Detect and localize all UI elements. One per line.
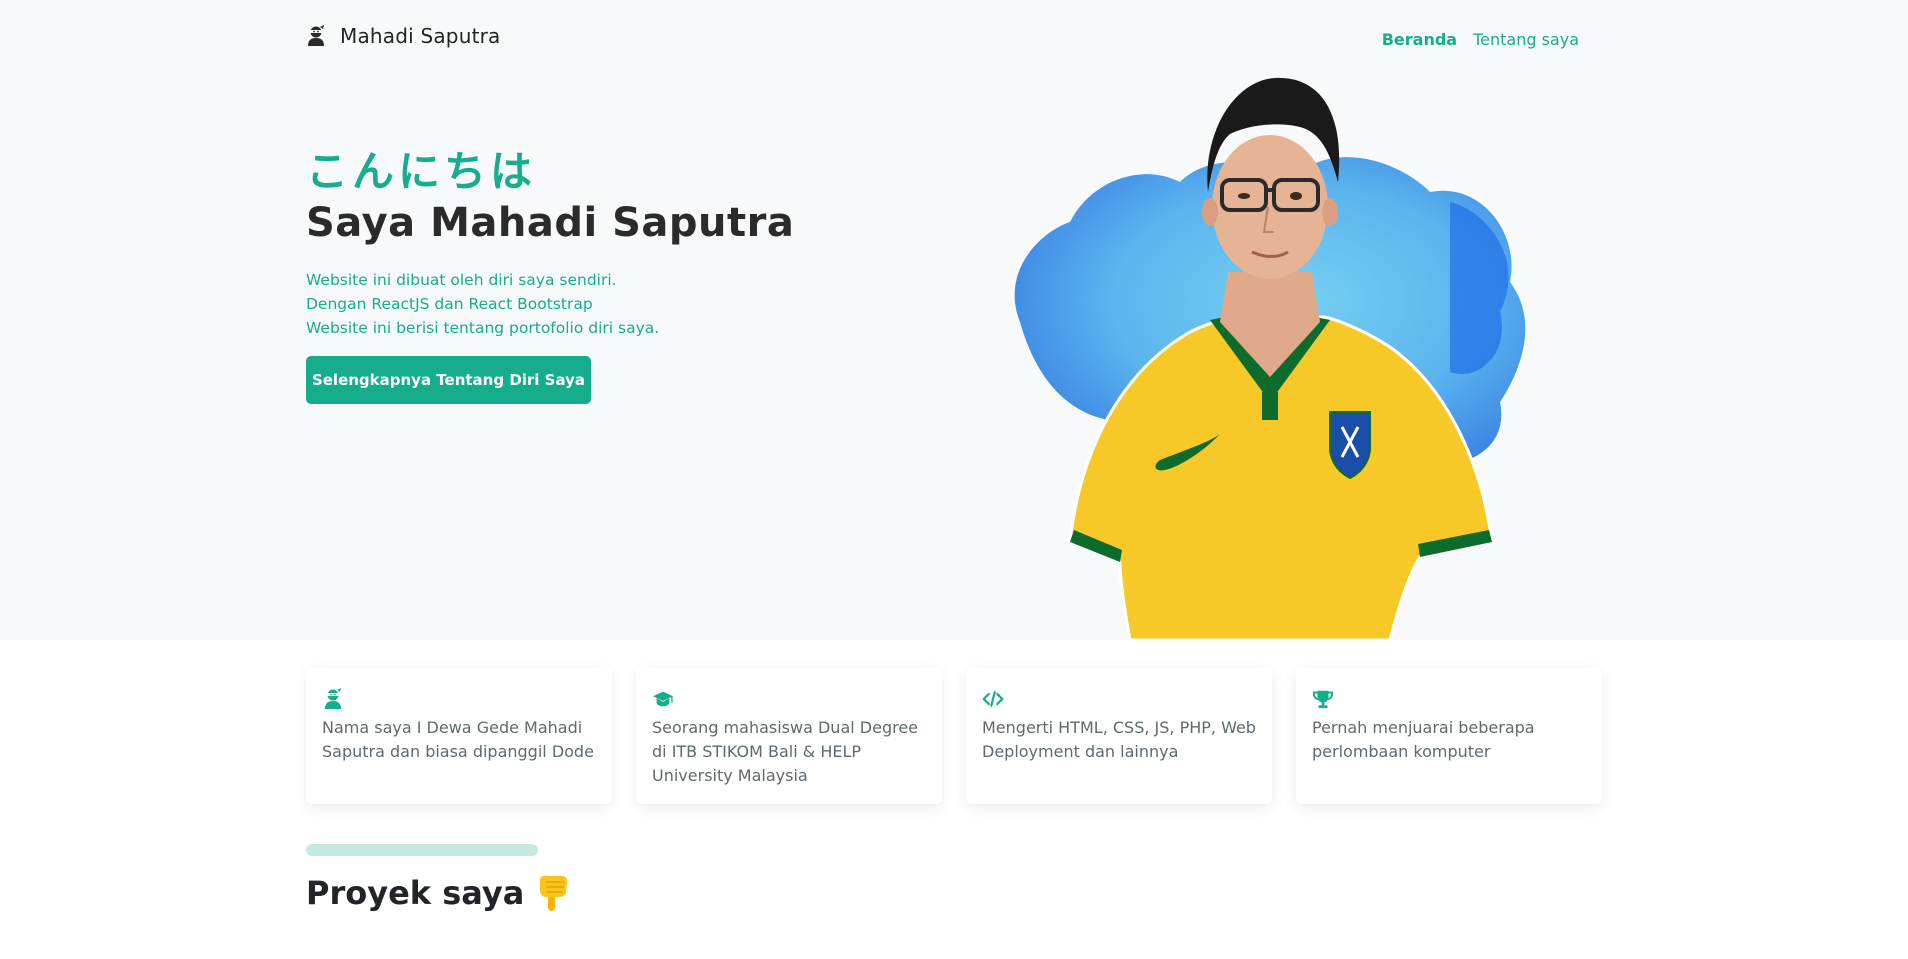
about-me-button[interactable]: Selengkapnya Tentang Diri Saya [306,356,591,404]
card-name: Nama saya I Dewa Gede Mahadi Saputra dan… [306,668,612,804]
graduation-cap-icon [652,691,674,707]
lead-line: Website ini dibuat oleh diri saya sendir… [306,271,617,289]
card-education: Seorang mahasiswa Dual Degree di ITB STI… [636,668,942,804]
lead-line: Website ini berisi tentang portofolio di… [306,319,660,337]
card-skills: Mengerti HTML, CSS, JS, PHP, Web Deploym… [966,668,1272,804]
portrait-photo [980,72,1540,642]
lead-line: Dengan ReactJS dan React Bootstrap [306,295,593,313]
code-icon [982,691,1004,707]
hero-lead: Website ini dibuat oleh diri saya sendir… [306,268,659,340]
pointing-down-hand-icon [540,875,568,911]
user-ninja-icon [325,688,341,709]
navbar-brand[interactable]: Mahadi Saputra [306,24,501,48]
section-divider [306,844,538,856]
projects-heading: Proyek saya [306,874,570,912]
trophy-icon [1312,690,1334,709]
nav-link-tentang-saya[interactable]: Tentang saya [1473,30,1579,49]
card-text: Pernah menjuarai beberapa perlombaan kom… [1312,718,1535,761]
brand-name: Mahadi Saputra [340,24,501,48]
portrait-illustration [1014,77,1526,642]
projects-title: Proyek saya [306,874,525,912]
main-nav: Beranda Tentang saya [1382,30,1579,49]
about-cards: Nama saya I Dewa Gede Mahadi Saputra dan… [306,668,1602,804]
hero-greeting: こんにちは [306,147,537,196]
hero-headline: Saya Mahadi Saputra [306,200,795,246]
card-text: Seorang mahasiswa Dual Degree di ITB STI… [652,718,919,785]
hero-section: Mahadi Saputra Beranda Tentang saya こんにち… [0,0,1908,642]
card-text: Nama saya I Dewa Gede Mahadi Saputra dan… [322,718,594,761]
card-achievements: Pernah menjuarai beberapa perlombaan kom… [1296,668,1602,804]
card-text: Mengerti HTML, CSS, JS, PHP, Web Deploym… [982,718,1256,761]
user-ninja-icon [308,25,324,46]
nav-link-beranda[interactable]: Beranda [1382,30,1457,49]
